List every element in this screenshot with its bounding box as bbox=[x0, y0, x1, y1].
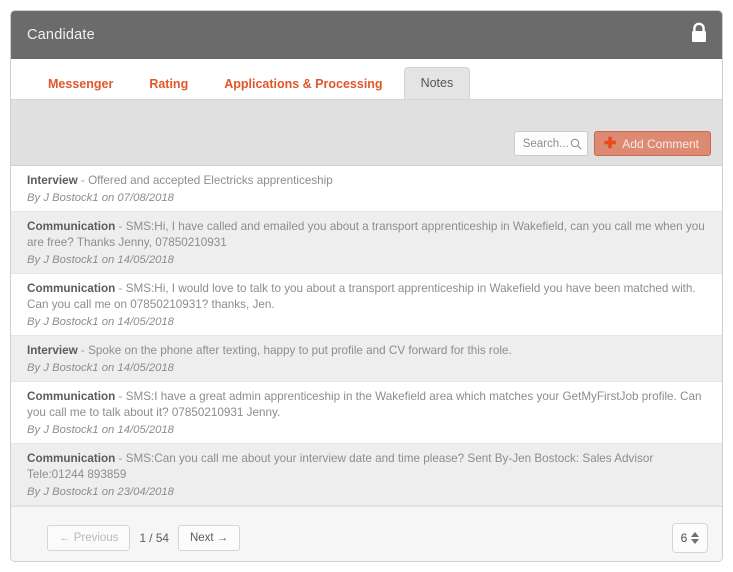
notes-list: Interview - Offered and accepted Electri… bbox=[11, 165, 722, 507]
search-placeholder: Search... bbox=[522, 137, 569, 150]
note-row[interactable]: Communication - SMS:Hi, I have called an… bbox=[11, 211, 722, 274]
note-text: SMS:Hi, I would love to talk to you abou… bbox=[27, 281, 696, 312]
page-size-value: 6 bbox=[680, 530, 688, 545]
note-separator: - bbox=[115, 389, 126, 403]
pager-controls: ← Previous 1 / 54 Next → bbox=[47, 524, 241, 551]
plus-icon: ✚ bbox=[603, 134, 617, 152]
note-body: Interview - Spoke on the phone after tex… bbox=[27, 343, 708, 360]
note-separator: - bbox=[115, 219, 126, 233]
page-title: Candidate bbox=[27, 27, 95, 43]
note-meta: By J Bostock1 on 14/05/2018 bbox=[27, 423, 174, 436]
page-size-stepper[interactable]: 6 bbox=[672, 522, 708, 553]
candidate-panel: Candidate Messenger Rating Applications … bbox=[10, 10, 723, 562]
note-type: Interview bbox=[27, 344, 78, 358]
pagination-bar: ← Previous 1 / 54 Next → 6 bbox=[11, 506, 722, 561]
next-page-button[interactable]: Next → bbox=[177, 524, 241, 551]
tab-rating[interactable]: Rating bbox=[134, 69, 203, 100]
toolbar-actions: Search... ✚ Add Comment bbox=[513, 131, 711, 156]
note-meta: By J Bostock1 on 07/08/2018 bbox=[27, 191, 174, 204]
note-row[interactable]: Communication - SMS:Can you call me abou… bbox=[11, 443, 722, 507]
note-type: Communication bbox=[27, 219, 116, 233]
notes-toolbar: Search... ✚ Add Comment bbox=[11, 99, 722, 165]
previous-page-button[interactable]: ← Previous bbox=[47, 524, 131, 551]
note-text: SMS:Hi, I have called and emailed you ab… bbox=[27, 219, 705, 250]
app-screen: Candidate Messenger Rating Applications … bbox=[0, 0, 733, 572]
note-meta: By J Bostock1 on 14/05/2018 bbox=[27, 253, 174, 266]
note-row[interactable]: Interview - Spoke on the phone after tex… bbox=[11, 336, 722, 382]
page-indicator: 1 / 54 bbox=[139, 530, 169, 545]
note-meta: By J Bostock1 on 23/04/2018 bbox=[27, 486, 174, 499]
note-body: Communication - SMS:Hi, I would love to … bbox=[27, 281, 708, 314]
note-text: Spoke on the phone after texting, happy … bbox=[88, 344, 512, 358]
arrow-up-icon[interactable] bbox=[691, 531, 700, 537]
note-separator: - bbox=[77, 174, 89, 187]
note-body: Communication - SMS:Hi, I have called an… bbox=[27, 219, 708, 252]
note-body: Communication - SMS:I have a great admin… bbox=[27, 389, 708, 422]
tab-bar: Messenger Rating Applications & Processi… bbox=[11, 59, 722, 99]
note-body: Communication - SMS:Can you call me abou… bbox=[27, 451, 708, 484]
note-body: Interview - Offered and accepted Electri… bbox=[27, 173, 708, 190]
note-type: Communication bbox=[27, 451, 116, 465]
note-separator: - bbox=[115, 281, 126, 295]
note-separator: - bbox=[115, 451, 126, 465]
note-separator: - bbox=[77, 344, 89, 358]
spinner-arrows-icon[interactable] bbox=[691, 531, 700, 544]
lock-icon[interactable] bbox=[690, 22, 708, 49]
note-row[interactable]: Communication - SMS:I have a great admin… bbox=[11, 382, 722, 444]
tab-messenger[interactable]: Messenger bbox=[33, 69, 128, 100]
arrow-down-icon[interactable] bbox=[691, 538, 700, 544]
note-row[interactable]: Communication - SMS:Hi, I would love to … bbox=[11, 274, 722, 337]
panel-header: Candidate bbox=[11, 11, 722, 59]
add-comment-label: Add Comment bbox=[622, 136, 699, 151]
tab-notes[interactable]: Notes bbox=[403, 66, 471, 99]
note-meta: By J Bostock1 on 14/05/2018 bbox=[27, 361, 174, 374]
search-icon bbox=[570, 138, 582, 150]
note-text: Offered and accepted Electricks apprenti… bbox=[88, 174, 333, 187]
tab-applications-processing[interactable]: Applications & Processing bbox=[209, 69, 397, 100]
note-type: Interview bbox=[27, 174, 78, 187]
note-row[interactable]: Interview - Offered and accepted Electri… bbox=[11, 166, 722, 212]
search-input[interactable]: Search... bbox=[513, 131, 588, 156]
add-comment-button[interactable]: ✚ Add Comment bbox=[593, 131, 711, 156]
note-type: Communication bbox=[27, 281, 116, 295]
note-text: SMS:I have a great admin apprenticeship … bbox=[27, 389, 702, 420]
note-type: Communication bbox=[27, 389, 116, 403]
note-meta: By J Bostock1 on 14/05/2018 bbox=[27, 316, 174, 329]
